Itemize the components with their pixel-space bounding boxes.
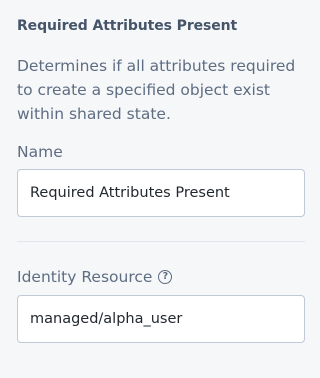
name-input[interactable] <box>17 169 305 217</box>
panel-description: Determines if all attributes required to… <box>17 57 296 123</box>
panel-title: Required Attributes Present <box>17 18 238 34</box>
identity-resource-label: Identity Resource <box>17 268 153 286</box>
name-label: Name <box>17 143 63 161</box>
help-icon[interactable]: ? <box>158 270 173 284</box>
node-properties-panel: Required Attributes Present Determines i… <box>0 0 320 378</box>
identity-resource-input[interactable] <box>17 295 305 343</box>
identity-resource-label-row: Identity Resource ? <box>17 268 173 286</box>
section-divider <box>17 241 305 242</box>
